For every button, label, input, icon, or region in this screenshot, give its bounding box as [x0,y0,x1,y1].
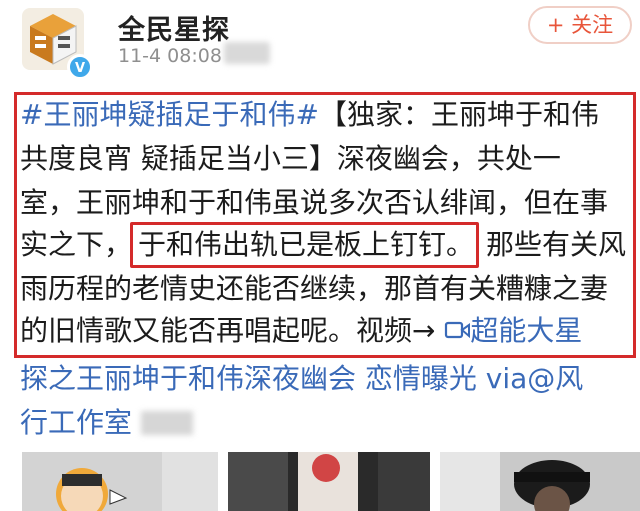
post-image-2[interactable] [228,452,430,511]
verified-badge-icon: V [67,54,93,80]
blurred-source [224,42,270,64]
post-line-6: 的旧情歌又能否再唱起呢。视频→ 超能大星 [20,314,582,348]
svg-text:V: V [75,61,85,74]
post-line-4-start: 实之下， [20,228,133,261]
post-image-1[interactable] [22,452,218,511]
post-line-4-end: 那些有关风 [486,228,627,261]
post-image-3[interactable] [440,452,640,511]
video-link-text[interactable]: 超能大星 [470,314,582,347]
via-continued[interactable]: 行工作室 [20,406,193,440]
post-line-1-text: 【独家：王丽坤于和伟 [318,98,599,131]
video-icon [445,321,471,339]
follow-button[interactable]: + 关注 [528,6,632,44]
video-link[interactable]: 超能大星 [444,314,582,347]
post-line-6-text: 的旧情歌又能否再唱起呢。视频→ [20,314,445,347]
post-line-1: #王丽坤疑插足于和伟#【独家：王丽坤于和伟 [20,98,599,132]
weibo-post: V 全民星探 11-4 08:08 + 关注 #王丽坤疑插足于和伟#【独家：王丽… [0,0,640,511]
post-timestamp: 11-4 08:08 [118,45,222,67]
post-line-3: 室，王丽坤和于和伟虽说多次否认绯闻，但在事 [20,186,609,219]
highlight-frame [130,222,479,268]
post-after-line-2[interactable]: 行工作室 [20,406,132,439]
post-line-5: 雨历程的老情史还能否继续，那首有关糟糠之妻 [20,272,609,305]
video-link-continued[interactable]: 探之王丽坤于和伟深夜幽会 恋情曝光 via@风 [20,362,583,396]
post-after-line-1[interactable]: 探之王丽坤于和伟深夜幽会 恋情曝光 via@风 [20,362,583,395]
account-name[interactable]: 全民星探 [118,8,230,47]
post-line-2: 共度良宵 疑插足当小三】深夜幽会，共处一 [20,142,561,175]
hashtag-link[interactable]: #王丽坤疑插足于和伟# [20,98,319,131]
blurred-text [140,411,193,435]
